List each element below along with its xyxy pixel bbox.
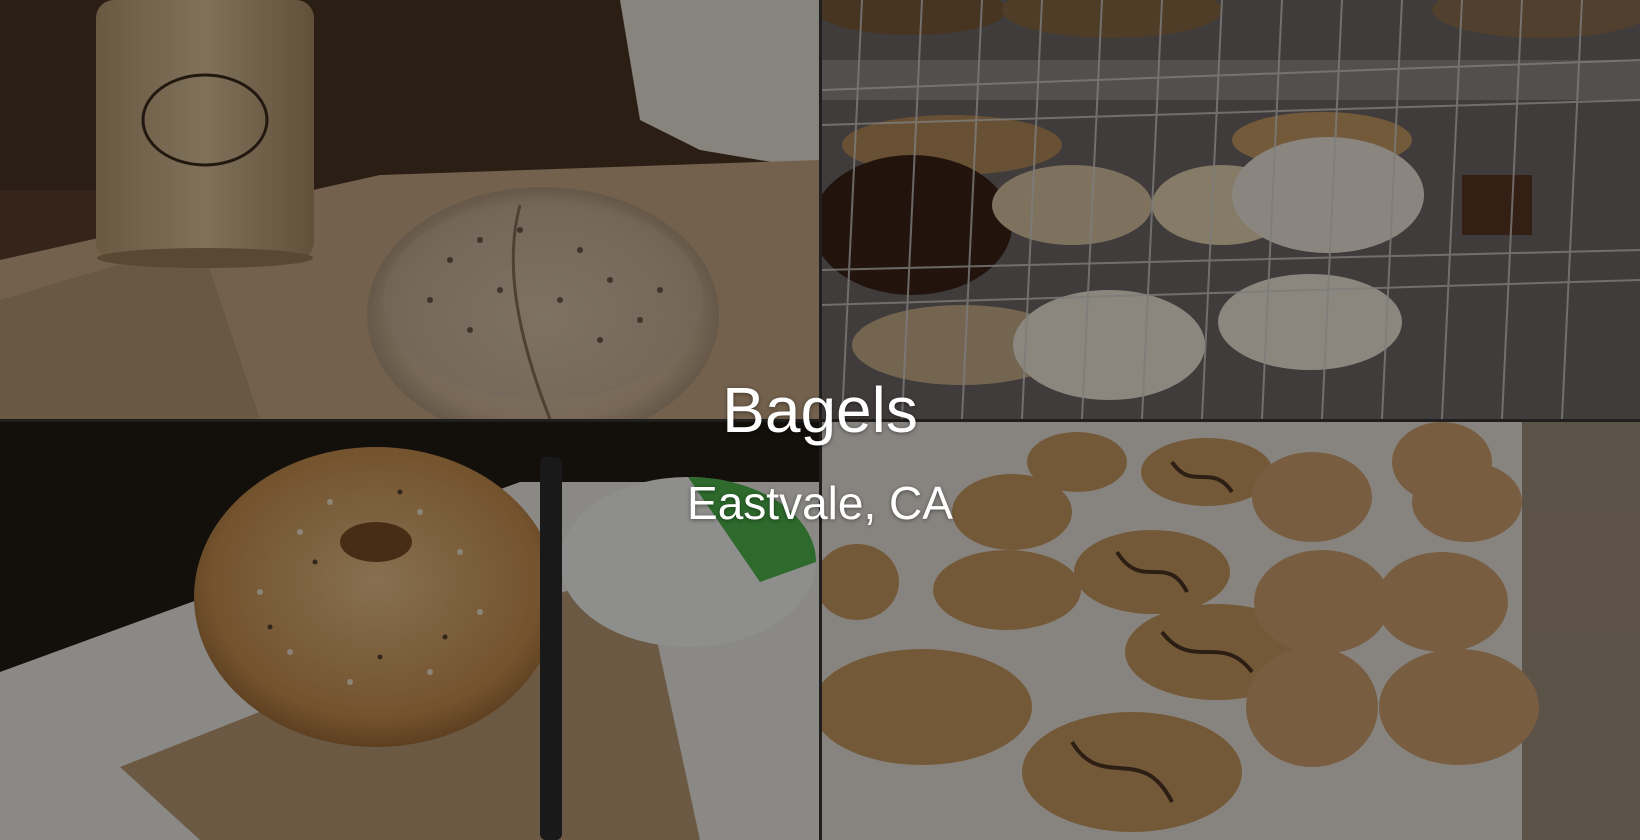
overlay-location: Eastvale, CA	[687, 477, 953, 529]
photo-pie-case	[822, 0, 1640, 419]
pie-case-image	[822, 0, 1640, 419]
coffee-bagel-image	[0, 0, 819, 419]
overlay-title: Bagels	[722, 374, 918, 446]
iced-coffee-cup	[96, 0, 314, 260]
photo-coffee-and-bagel	[0, 0, 819, 419]
